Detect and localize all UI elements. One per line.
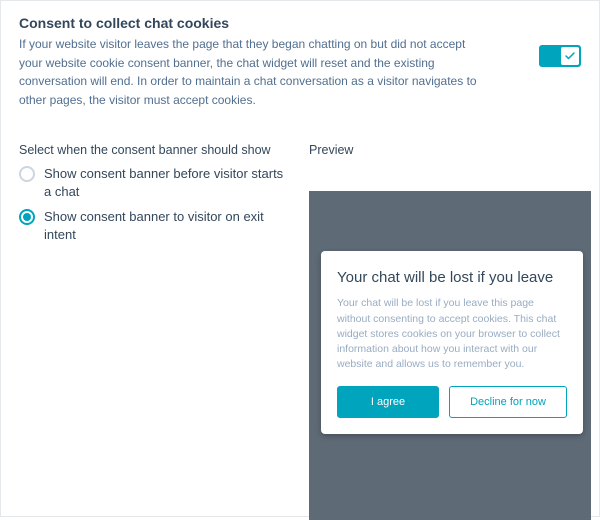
radio-option-before-chat[interactable]: Show consent banner before visitor start… <box>19 165 289 200</box>
radio-option-exit-intent[interactable]: Show consent banner to visitor on exit i… <box>19 208 289 243</box>
decline-button[interactable]: Decline for now <box>449 386 567 418</box>
content-columns: Select when the consent banner should sh… <box>19 143 581 520</box>
modal-button-row: I agree Decline for now <box>337 386 567 418</box>
preview-column: Preview Your chat will be lost if you le… <box>309 143 591 520</box>
consent-modal: Your chat will be lost if you leave Your… <box>321 251 583 434</box>
preview-viewport: Your chat will be lost if you leave Your… <box>309 191 591 520</box>
agree-button[interactable]: I agree <box>337 386 439 418</box>
check-icon <box>564 50 576 62</box>
preview-label: Preview <box>309 143 591 157</box>
radio-label-text: Show consent banner to visitor on exit i… <box>44 208 289 243</box>
radio-label-text: Show consent banner before visitor start… <box>44 165 289 200</box>
radio-icon <box>19 166 35 182</box>
toggle-thumb <box>561 47 579 65</box>
consent-cookies-panel: Consent to collect chat cookies If your … <box>0 0 600 517</box>
options-column: Select when the consent banner should sh… <box>19 143 289 520</box>
modal-body: Your chat will be lost if you leave this… <box>337 296 567 372</box>
section-description: If your website visitor leaves the page … <box>19 35 489 109</box>
enable-toggle[interactable] <box>539 45 581 67</box>
modal-title: Your chat will be lost if you leave <box>337 269 567 286</box>
radio-group-label: Select when the consent banner should sh… <box>19 143 289 157</box>
radio-icon <box>19 209 35 225</box>
section-title: Consent to collect chat cookies <box>19 15 581 31</box>
